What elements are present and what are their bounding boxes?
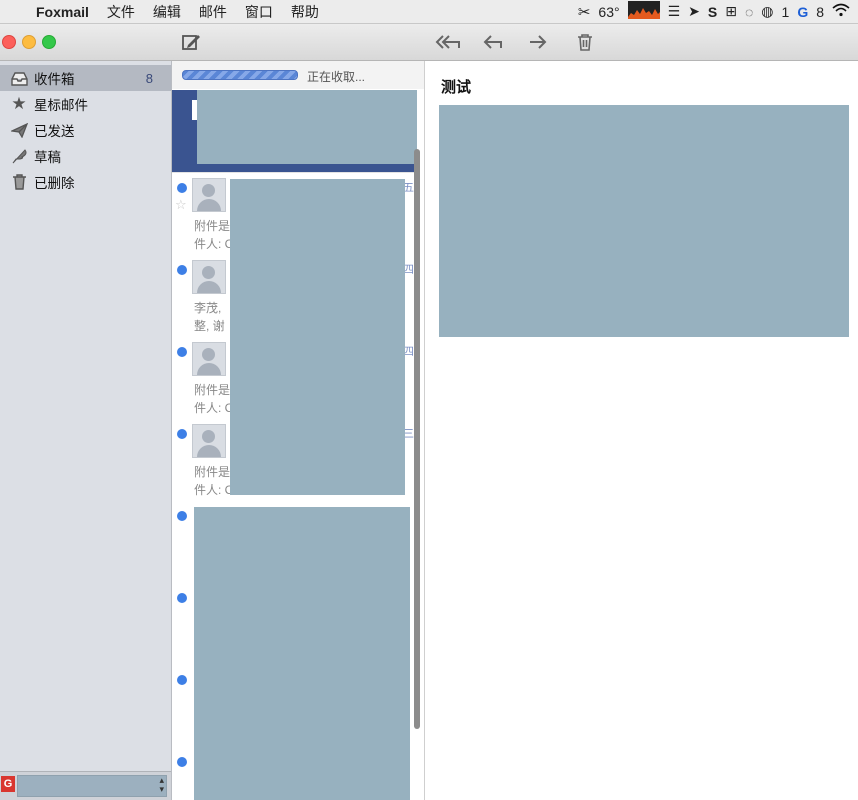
message-list: 正在收取... ☆ 五 附件是 件人: C 四 李茂, 整, 谢 四 附件是 件… xyxy=(172,61,425,800)
list-item[interactable] xyxy=(172,90,417,173)
folder-inbox[interactable]: 收件箱 8 xyxy=(0,65,171,91)
email-subject: 测试 xyxy=(441,79,472,96)
minimize-window-button[interactable] xyxy=(22,35,36,49)
compose-button[interactable] xyxy=(180,32,202,52)
stepper-arrows-icon[interactable]: ▴ ▾ xyxy=(159,776,164,794)
paper-plane-icon xyxy=(10,121,28,139)
s-app-icon[interactable]: S xyxy=(708,4,717,20)
forward-button[interactable] xyxy=(527,32,549,52)
account-selector-bar: G ▴ ▾ xyxy=(0,771,171,800)
temperature-text[interactable]: 63° xyxy=(598,4,619,20)
feather-icon xyxy=(10,147,28,165)
redacted-block xyxy=(230,179,405,495)
folder-sent[interactable]: 已发送 xyxy=(0,117,171,143)
forward-icon xyxy=(530,35,547,49)
folder-label: 星标邮件 xyxy=(34,98,88,113)
account-selector[interactable] xyxy=(17,775,167,797)
menu-window[interactable]: 窗口 xyxy=(245,2,273,22)
unread-dot xyxy=(177,511,187,521)
close-window-button[interactable] xyxy=(2,35,16,49)
receiving-status: 正在收取... xyxy=(172,61,424,89)
reply-all-button[interactable] xyxy=(435,32,461,52)
trash-icon xyxy=(10,173,28,191)
inbox-icon xyxy=(10,69,28,87)
app-badge-count[interactable]: 8 xyxy=(816,4,824,20)
zoom-window-button[interactable] xyxy=(42,35,56,49)
unread-dot xyxy=(177,593,187,603)
folder-sidebar: 收件箱 8 ★ 星标邮件 已发送 草稿 已删除 G ▴ ▾ xyxy=(0,61,172,800)
folder-deleted[interactable]: 已删除 xyxy=(0,169,171,195)
receive-status-text: 正在收取... xyxy=(307,70,366,84)
grid-icon[interactable]: ⊞ xyxy=(725,3,737,20)
app-menu[interactable]: Foxmail xyxy=(36,4,89,20)
trash-icon xyxy=(578,34,592,51)
compose-icon xyxy=(182,35,200,50)
foxmail-logo-icon: G xyxy=(1,776,15,792)
reply-icon xyxy=(483,35,502,49)
send-icon[interactable]: ➤ xyxy=(688,3,700,20)
reading-pane: 测试 xyxy=(425,61,858,800)
unread-count-badge: 8 xyxy=(145,70,153,86)
folder-label: 已发送 xyxy=(34,124,75,139)
redacted-block xyxy=(194,507,410,800)
unread-dot xyxy=(177,347,187,357)
folder-label: 已删除 xyxy=(34,176,75,191)
unread-dot xyxy=(177,429,187,439)
menu-bar: Foxmail 文件 编辑 邮件 窗口 帮助 ✂ 63° ☰ ➤ S ⊞ ◌ ◍… xyxy=(0,0,858,24)
toolbar xyxy=(0,24,858,61)
list-scrollbar[interactable] xyxy=(414,149,420,729)
receive-progress-bar xyxy=(182,70,298,80)
cpu-graph-icon[interactable] xyxy=(627,1,660,22)
avatar xyxy=(192,260,226,294)
folder-label: 草稿 xyxy=(34,150,61,165)
avatar xyxy=(192,424,226,458)
status-area: ✂ 63° ☰ ➤ S ⊞ ◌ ◍ 1 G 8 xyxy=(578,0,850,23)
wechat-count[interactable]: 1 xyxy=(782,4,790,20)
avatar xyxy=(192,342,226,376)
wifi-icon[interactable] xyxy=(832,3,850,20)
unread-dot xyxy=(177,265,187,275)
star-icon: ★ xyxy=(11,94,27,113)
reply-all-icon xyxy=(435,35,460,49)
menu-file[interactable]: 文件 xyxy=(107,2,135,22)
avatar xyxy=(192,178,226,212)
menu-edit[interactable]: 编辑 xyxy=(153,2,181,22)
menu-mail[interactable]: 邮件 xyxy=(199,2,227,22)
chat-bubble-icon[interactable]: ◌ xyxy=(745,4,753,20)
folder-starred[interactable]: ★ 星标邮件 xyxy=(0,91,171,117)
app-badge-icon[interactable]: G xyxy=(797,4,808,20)
folder-label: 收件箱 xyxy=(34,72,75,87)
unread-dot xyxy=(177,183,187,193)
wechat-icon[interactable]: ◍ xyxy=(761,3,773,20)
delete-button[interactable] xyxy=(574,32,596,52)
reply-button[interactable] xyxy=(482,32,504,52)
stack-icon[interactable]: ☰ xyxy=(668,3,681,20)
redacted-block xyxy=(439,105,849,337)
unread-dot xyxy=(177,757,187,767)
menu-help[interactable]: 帮助 xyxy=(291,2,319,22)
redacted-block xyxy=(197,90,417,164)
star-icon[interactable]: ☆ xyxy=(175,197,187,213)
folder-drafts[interactable]: 草稿 xyxy=(0,143,171,169)
unread-dot xyxy=(177,675,187,685)
scissors-icon[interactable]: ✂ xyxy=(578,3,591,21)
